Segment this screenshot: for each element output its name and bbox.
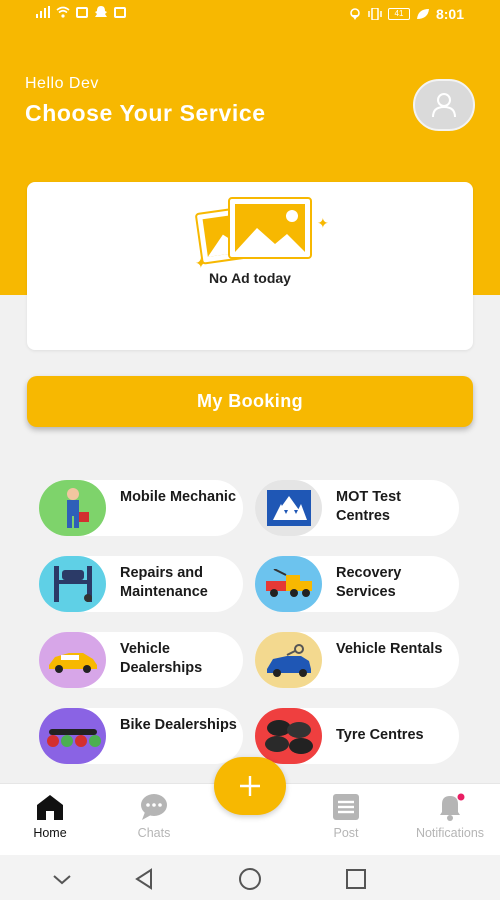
plus-icon	[240, 776, 260, 796]
vibrate-icon	[368, 8, 382, 20]
tyres-icon	[255, 708, 322, 764]
battery-icon: 41	[387, 8, 410, 20]
system-navigation-bar	[0, 855, 500, 900]
nav-home[interactable]: Home	[0, 792, 100, 840]
service-grid: Mobile Mechanic MOT Test Centres Repairs…	[39, 480, 461, 790]
nav-notifications-label: Notifications	[415, 826, 485, 840]
car-key-icon	[255, 632, 322, 688]
nav-post-label: Post	[333, 826, 359, 840]
page-title: Choose Your Service	[25, 100, 266, 126]
down-icon[interactable]	[50, 867, 74, 891]
service-label: Repairs and Maintenance	[120, 565, 208, 600]
mot-logo-icon	[255, 480, 322, 536]
nav-notifications[interactable]: Notifications	[400, 792, 500, 840]
nav-home-label: Home	[33, 826, 67, 840]
service-vehicle-dealerships[interactable]: Vehicle Dealerships	[39, 632, 243, 688]
status-bar: 41 8:01	[0, 0, 500, 28]
greeting-text: Hello Dev	[25, 75, 99, 92]
instagram-icon	[114, 6, 126, 18]
service-tyre-centres[interactable]: Tyre Centres	[255, 708, 459, 764]
my-booking-label: My Booking	[197, 391, 303, 411]
service-label: Mobile Mechanic	[120, 489, 237, 505]
mechanic-icon	[39, 480, 106, 536]
user-icon	[432, 93, 456, 118]
add-button[interactable]	[214, 757, 286, 815]
status-time: 8:01	[435, 6, 464, 22]
car-lift-icon	[39, 556, 106, 612]
post-icon	[333, 794, 359, 820]
service-label: MOT Test Centres	[336, 489, 401, 524]
service-vehicle-rentals[interactable]: Vehicle Rentals	[255, 632, 459, 688]
home-icon	[37, 795, 63, 820]
tow-truck-icon	[255, 556, 322, 612]
bell-icon	[440, 793, 465, 821]
service-label: Recovery Services	[336, 565, 402, 600]
service-label: Tyre Centres	[336, 727, 424, 743]
service-recovery-services[interactable]: Recovery Services	[255, 556, 459, 612]
snapchat-icon	[95, 6, 107, 17]
mail-icon	[76, 6, 88, 18]
service-label: Bike Dealerships	[120, 717, 237, 733]
service-mot-test-centres[interactable]: MOT Test Centres	[255, 480, 459, 536]
chat-icon	[141, 794, 167, 820]
nav-chats-label: Chats	[137, 826, 171, 840]
leaf-icon	[416, 9, 429, 19]
service-repairs-and-maintenance[interactable]: Repairs and Maintenance	[39, 556, 243, 612]
nav-post[interactable]: Post	[296, 792, 396, 840]
nav-chats[interactable]: Chats	[104, 792, 204, 840]
status-right-icons: 41 8:01	[348, 6, 464, 22]
motorbikes-icon	[39, 708, 106, 764]
signal-icon	[36, 6, 50, 18]
back-icon[interactable]	[132, 867, 156, 891]
profile-avatar-button[interactable]	[413, 79, 475, 131]
service-bike-dealerships[interactable]: Bike Dealerships	[39, 708, 243, 764]
recents-icon[interactable]	[344, 867, 368, 891]
service-label: Vehicle Dealerships	[120, 641, 203, 676]
wifi-icon	[56, 6, 70, 18]
image-placeholder-icon: ✦ ✦	[195, 197, 329, 270]
svg-text:✦: ✦	[317, 216, 329, 232]
status-left-icons	[36, 6, 126, 18]
notification-dot	[457, 793, 465, 801]
my-booking-button[interactable]: My Booking	[27, 376, 473, 427]
sports-car-icon	[39, 632, 106, 688]
service-mobile-mechanic[interactable]: Mobile Mechanic	[39, 480, 243, 536]
service-label: Vehicle Rentals	[336, 641, 443, 657]
home-circle-icon[interactable]	[238, 867, 262, 891]
ad-card[interactable]: ✦ ✦ No Ad today	[27, 182, 473, 350]
location-icon	[350, 8, 360, 20]
ad-empty-text: No Ad today	[209, 270, 291, 286]
